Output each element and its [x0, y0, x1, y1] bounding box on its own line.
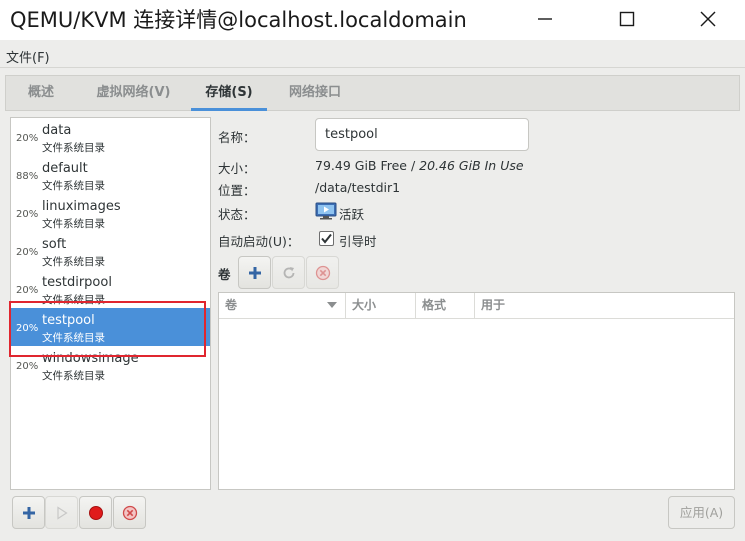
checkmark-icon [321, 233, 332, 244]
start-pool-button[interactable] [45, 496, 78, 529]
stop-record-icon [88, 505, 103, 520]
sort-down-icon [327, 302, 337, 308]
refresh-icon [283, 266, 294, 278]
tab-storage[interactable]: 存储(S) [191, 76, 267, 111]
pool-item-data[interactable]: 20% data 文件系统目录 [11, 118, 210, 156]
stop-pool-button[interactable] [79, 496, 112, 529]
maximize-icon [619, 11, 635, 27]
column-header-label: 卷 [225, 298, 238, 312]
pool-usage: 20% [16, 133, 39, 144]
pool-item-windowsimage[interactable]: 20% windowsimage 文件系统目录 [11, 346, 210, 384]
title-bar: QEMU/KVM 连接详情@localhost.localdomain [0, 0, 745, 40]
pool-usage: 20% [16, 285, 39, 296]
state-monitor-icon [315, 202, 337, 224]
name-label: 名称： [218, 130, 256, 145]
pool-usage: 20% [16, 323, 39, 334]
pool-item-testpool[interactable]: 20% testpool 文件系统目录 [11, 308, 210, 346]
pool-name: soft [42, 237, 67, 252]
plus-icon [248, 266, 261, 279]
autostart-label: 自动启动(U)： [218, 234, 300, 249]
delete-volume-button[interactable] [306, 256, 339, 289]
pool-type: 文件系统目录 [42, 142, 105, 154]
pool-item-soft[interactable]: 20% soft 文件系统目录 [11, 232, 210, 270]
pool-type: 文件系统目录 [42, 218, 105, 230]
pool-item-linuximages[interactable]: 20% linuximages 文件系统目录 [11, 194, 210, 232]
delete-icon [122, 505, 137, 520]
state-value: 活跃 [339, 207, 365, 222]
tab-bar: 概述 虚拟网络(V) 存储(S) 网络接口 [5, 75, 740, 111]
add-pool-button[interactable] [12, 496, 45, 529]
plus-icon [22, 506, 35, 519]
column-header-format[interactable]: 格式 [416, 293, 475, 319]
pool-type: 文件系统目录 [42, 294, 105, 306]
volumes-table-header: 卷 大小 格式 用于 [219, 293, 734, 319]
tab-overview[interactable]: 概述 [6, 76, 76, 111]
volumes-label: 卷 [218, 267, 231, 282]
close-button[interactable] [683, 0, 733, 38]
size-value: 79.49 GiB Free / 20.46 GiB In Use [315, 158, 524, 173]
pool-name: data [42, 123, 72, 138]
pool-name: testpool [42, 313, 95, 328]
apply-button[interactable]: 应用(A) [668, 496, 735, 529]
size-free: 79.49 GiB Free / [315, 158, 420, 173]
storage-pool-list: 20% data 文件系统目录 88% default 文件系统目录 20% l… [10, 117, 211, 490]
tab-network-interfaces[interactable]: 网络接口 [274, 76, 356, 111]
pool-name: windowsimage [42, 351, 139, 366]
delete-icon [315, 265, 330, 280]
menu-bar: 文件(F) [0, 41, 745, 68]
location-value: /data/testdir1 [315, 180, 401, 195]
pool-usage: 20% [16, 247, 39, 258]
menu-file[interactable]: 文件(F) [6, 47, 50, 66]
size-used: 20.46 GiB In Use [419, 158, 524, 173]
minimize-button[interactable] [520, 0, 570, 38]
play-icon [56, 505, 68, 520]
minimize-icon [538, 18, 552, 20]
pool-name: testdirpool [42, 275, 112, 290]
window-title: QEMU/KVM 连接详情@localhost.localdomain [10, 8, 467, 32]
pool-type: 文件系统目录 [42, 332, 105, 344]
maximize-button[interactable] [602, 0, 652, 38]
name-field[interactable]: testpool [315, 118, 529, 151]
tab-virtual-networks[interactable]: 虚拟网络(V) [76, 76, 191, 111]
state-label: 状态： [218, 207, 256, 222]
pool-type: 文件系统目录 [42, 370, 105, 382]
add-volume-button[interactable] [238, 256, 271, 289]
pool-type: 文件系统目录 [42, 256, 105, 268]
pool-name: default [42, 161, 88, 176]
column-header-volume[interactable]: 卷 [219, 293, 346, 319]
column-header-size[interactable]: 大小 [346, 293, 416, 319]
delete-pool-button[interactable] [113, 496, 146, 529]
pool-item-testdirpool[interactable]: 20% testdirpool 文件系统目录 [11, 270, 210, 308]
pool-type: 文件系统目录 [42, 180, 105, 192]
pool-name: linuximages [42, 199, 121, 214]
column-header-used-by[interactable]: 用于 [475, 293, 734, 319]
size-label: 大小： [218, 161, 256, 176]
autostart-checkbox[interactable] [319, 231, 334, 246]
close-icon [700, 11, 716, 27]
pool-usage: 20% [16, 209, 39, 220]
autostart-value: 引导时 [339, 234, 377, 249]
pool-usage: 20% [16, 361, 39, 372]
volumes-table: 卷 大小 格式 用于 [218, 292, 735, 490]
pool-usage: 88% [16, 171, 39, 182]
location-label: 位置： [218, 183, 256, 198]
refresh-volumes-button[interactable] [272, 256, 305, 289]
pool-item-default[interactable]: 88% default 文件系统目录 [11, 156, 210, 194]
